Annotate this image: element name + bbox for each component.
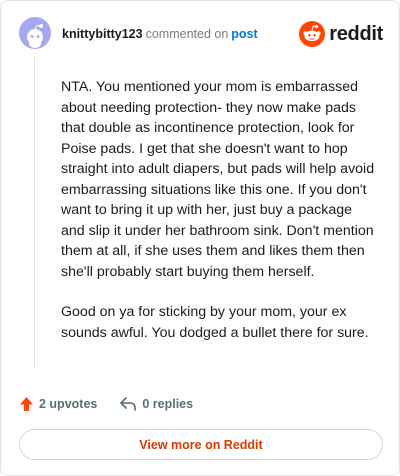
upvotes-count: 2 upvotes — [39, 397, 98, 411]
reddit-brand[interactable]: reddit — [299, 20, 383, 48]
reply-arrow-icon — [120, 397, 137, 411]
reddit-wordmark: reddit — [329, 22, 383, 45]
replies-button[interactable]: 0 replies — [119, 396, 193, 412]
comment-header: knittybitty123 commented on post reddit — [19, 17, 383, 51]
comment-meta: knittybitty123 commented on post — [62, 27, 258, 41]
reddit-comment-embed-card: knittybitty123 commented on post reddit NT… — [0, 0, 400, 476]
action-text: commented on — [145, 27, 229, 41]
snoo-avatar-icon[interactable] — [19, 17, 51, 49]
post-link[interactable]: post — [231, 27, 257, 41]
comment-body: NTA. You mentioned your mom is embarrass… — [61, 77, 377, 363]
username-link[interactable]: knittybitty123 — [62, 27, 143, 41]
comment-paragraph: NTA. You mentioned your mom is embarrass… — [61, 79, 375, 280]
replies-count: 0 replies — [142, 397, 194, 411]
reddit-logo-icon — [299, 21, 326, 47]
upvote-button[interactable]: 2 upvotes — [19, 396, 97, 412]
upvote-arrow-icon — [20, 397, 33, 411]
comment-paragraph: Good on ya for sticking by your mom, you… — [61, 304, 369, 341]
thread-line — [34, 57, 35, 369]
comment-actions: 2 upvotes 0 replies — [19, 394, 193, 414]
view-more-button[interactable]: View more on Reddit — [19, 429, 383, 460]
